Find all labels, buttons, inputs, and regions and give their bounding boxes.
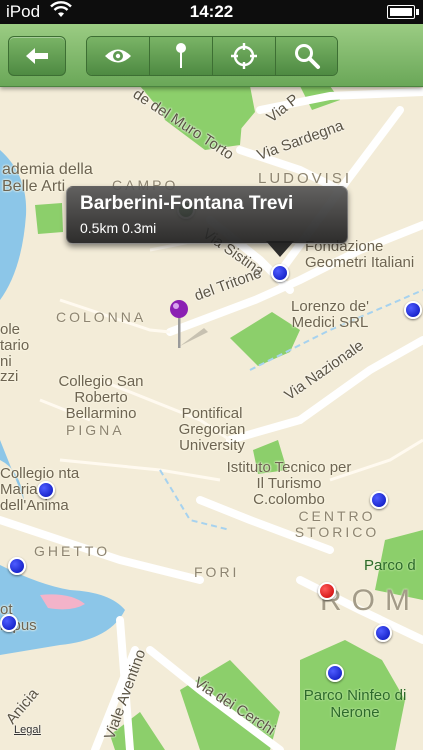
eye-icon (105, 49, 131, 63)
map-pin[interactable] (0, 614, 18, 632)
map-pin[interactable] (374, 624, 392, 642)
back-button[interactable] (8, 36, 66, 76)
battery-icon (387, 5, 419, 19)
legal-link[interactable]: Legal (14, 724, 41, 736)
callout-title: Barberini-Fontana Trevi (80, 193, 294, 214)
place-label: Parco d (364, 557, 416, 574)
callout-distance: 0.5km 0.3mi (80, 220, 157, 236)
place-label: ole tario ni zzi (0, 321, 30, 386)
map-pin[interactable] (37, 481, 55, 499)
place-label: Lorenzo de' Medici SRL (291, 298, 369, 331)
district-label: LUDOVISI (258, 170, 353, 187)
toolbar (0, 24, 423, 87)
clock: 14:22 (189, 2, 234, 21)
toolbar-segment (86, 36, 338, 76)
status-bar: iPod 14:22 (0, 0, 423, 24)
view-button[interactable] (87, 37, 150, 75)
pin-callout[interactable]: Barberini-Fontana Trevi 0.5km 0.3mi (66, 186, 348, 244)
callout-arrow (266, 241, 294, 257)
district-label: CENTRO STORICO (294, 508, 380, 540)
place-label: Pontifical Gregorian University (178, 405, 246, 454)
place-label: Parco Ninfeo di Nerone (303, 687, 407, 721)
dropped-pin-icon[interactable] (164, 298, 214, 354)
district-label: PIGNA (66, 422, 125, 438)
place-label: Collegio San Roberto Bellarmino (58, 373, 144, 422)
district-label: COLONNA (56, 309, 147, 325)
district-label: FORI (194, 564, 240, 580)
map-pin[interactable] (370, 491, 388, 509)
crosshair-icon (231, 43, 257, 69)
pin-button[interactable] (150, 37, 213, 75)
map-pin[interactable] (8, 557, 26, 575)
district-label: GHETTO (34, 543, 111, 559)
locate-button[interactable] (213, 37, 276, 75)
pin-icon (176, 43, 186, 68)
map-pin-red[interactable] (318, 582, 336, 600)
map-pin[interactable] (404, 301, 422, 319)
arrow-left-icon (26, 48, 48, 64)
map-pin[interactable] (326, 664, 344, 682)
magnifier-icon (295, 44, 320, 69)
map-pin-selected[interactable] (271, 264, 289, 282)
search-button[interactable] (276, 37, 337, 75)
place-label: Istituto Tecnico per Il Turismo C.colomb… (226, 459, 352, 508)
